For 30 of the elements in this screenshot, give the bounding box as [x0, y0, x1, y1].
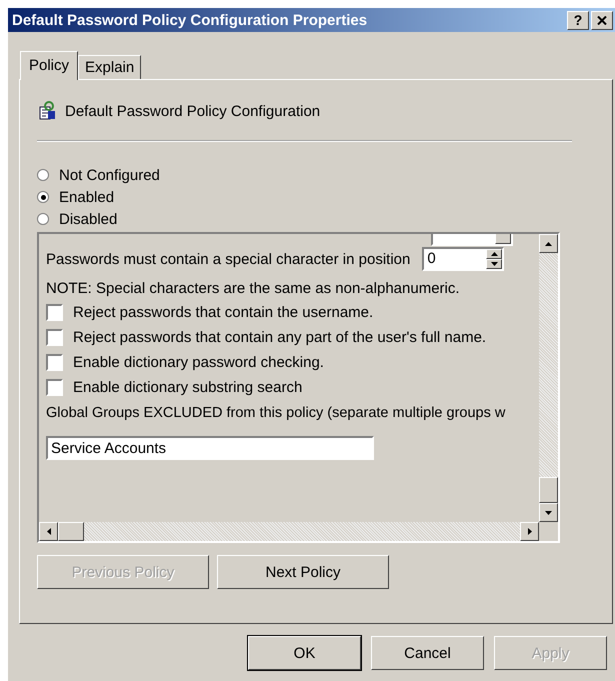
checkbox-option[interactable]: Reject passwords that contain any part of the user's full name.: [46, 325, 558, 350]
checkbox-option[interactable]: Reject passwords that contain the username.: [46, 300, 558, 325]
tab[interactable]: Policy: [20, 51, 78, 80]
scroll-thumb[interactable]: [58, 522, 84, 541]
down-arrow-icon: [490, 262, 498, 266]
vertical-scrollbar[interactable]: [539, 234, 558, 522]
right-arrow-icon: [528, 528, 532, 535]
help-button[interactable]: ?: [567, 10, 589, 30]
dialog-button[interactable]: Cancel: [371, 636, 484, 670]
policy-title: Default Password Policy Configuration: [65, 102, 320, 120]
groups-label: Global Groups EXCLUDED from this policy (separate multiple groups w: [46, 404, 506, 423]
next-policy-button[interactable]: Next Policy: [217, 555, 389, 589]
horizontal-scrollbar[interactable]: [39, 522, 539, 541]
setting-label: Passwords must contain a special character in position: [46, 250, 410, 268]
close-icon: [597, 16, 607, 24]
checkbox-option[interactable]: Enable dictionary substring search: [46, 375, 558, 400]
down-arrow-icon: [545, 510, 552, 514]
up-arrow-icon: [545, 242, 552, 246]
spin-field[interactable]: 0: [422, 247, 504, 271]
close-button[interactable]: [591, 10, 613, 30]
window-title: Default Password Policy Configuration Properties: [12, 12, 368, 28]
checkbox-option[interactable]: Enable dictionary password checking.: [46, 350, 558, 375]
policy-icon: [37, 101, 57, 121]
tab[interactable]: Explain: [78, 55, 142, 79]
note-text: NOTE: Special characters are the same as non-alphanumeric.: [46, 279, 461, 299]
up-arrow-icon: [490, 252, 498, 256]
left-arrow-icon: [46, 528, 50, 535]
groups-field[interactable]: Service Accounts: [46, 436, 374, 460]
scroll-thumb[interactable]: [539, 477, 558, 503]
dialog-button[interactable]: OK: [248, 636, 361, 670]
